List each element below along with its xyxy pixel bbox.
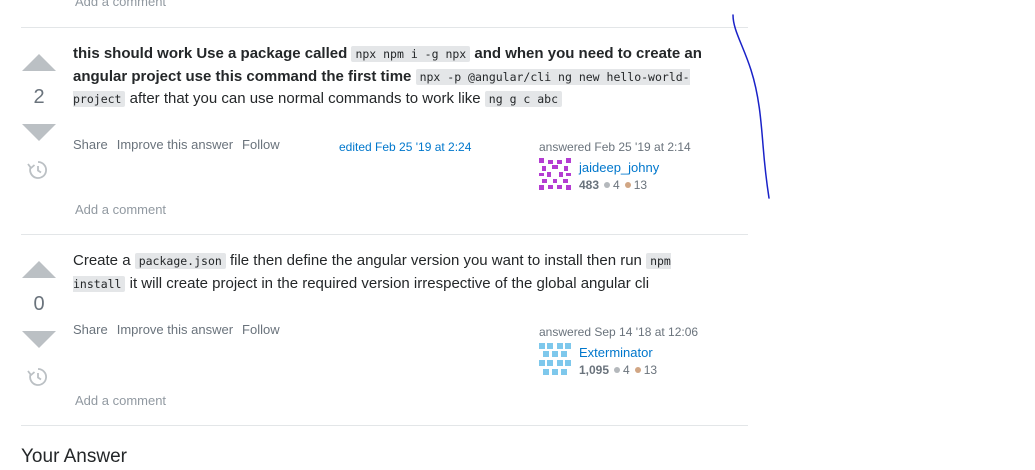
vote-count: 0	[33, 293, 45, 315]
identicon-avatar[interactable]	[539, 158, 571, 190]
divider	[21, 234, 748, 235]
answer-body: this should work Use a package called np…	[73, 43, 713, 111]
inline-code: ng g c abc	[484, 91, 563, 107]
answer-body: Create a package.json file then define t…	[73, 250, 713, 295]
answer-text: Create a	[73, 252, 135, 269]
divider	[21, 27, 748, 28]
inline-code: npx npm i -g npx	[351, 46, 471, 62]
identicon-avatar[interactable]	[539, 343, 571, 375]
reputation-score: 1,095	[579, 363, 610, 377]
answered-time: answered Sep 14 '18 at 12:06	[539, 325, 699, 339]
bronze-badge-icon	[634, 367, 641, 374]
follow-link[interactable]: Follow	[242, 322, 280, 337]
add-comment-link[interactable]: Add a comment	[75, 202, 166, 217]
user-name-link[interactable]: Exterminator	[579, 345, 653, 360]
answer-text: this should work Use a package called	[73, 45, 352, 62]
answer-text: it will create project in the required v…	[125, 274, 650, 292]
your-answer-heading: Your Answer	[21, 446, 127, 467]
answer-text: after that you can use normal commands t…	[125, 90, 485, 107]
inline-code: package.json	[134, 253, 226, 269]
add-comment-link[interactable]: Add a comment	[75, 0, 166, 9]
silver-badge-count: 4	[623, 363, 630, 377]
downvote-button[interactable]	[22, 331, 56, 348]
history-icon[interactable]	[27, 159, 49, 181]
answered-time: answered Feb 25 '19 at 2:14	[539, 140, 691, 154]
post-menu: Share Improve this answer Follow	[73, 322, 289, 337]
silver-badge-icon	[604, 182, 611, 189]
user-name-link[interactable]: jaideep_johny	[579, 160, 659, 175]
post-menu: Share Improve this answer Follow	[73, 137, 289, 152]
reputation-score: 483	[579, 178, 600, 192]
bronze-badge-icon	[624, 182, 631, 189]
silver-badge-count: 4	[613, 178, 620, 192]
upvote-button[interactable]	[22, 261, 56, 278]
user-reputation: 1,095 4 13	[579, 363, 657, 377]
upvote-button[interactable]	[22, 54, 56, 71]
follow-link[interactable]: Follow	[242, 137, 280, 152]
silver-badge-icon	[614, 367, 621, 374]
answer-text: file then define the angular version you…	[225, 252, 647, 269]
history-icon[interactable]	[27, 366, 49, 388]
annotation-stroke	[732, 14, 770, 199]
divider	[21, 425, 748, 426]
share-link[interactable]: Share	[73, 137, 108, 152]
edited-link[interactable]: edited Feb 25 '19 at 2:24	[339, 140, 471, 154]
user-reputation: 483 4 13	[579, 178, 647, 192]
bronze-badge-count: 13	[643, 363, 658, 377]
bronze-badge-count: 13	[633, 178, 648, 192]
share-link[interactable]: Share	[73, 322, 108, 337]
improve-answer-link[interactable]: Improve this answer	[117, 322, 233, 337]
improve-answer-link[interactable]: Improve this answer	[117, 137, 233, 152]
vote-count: 2	[33, 86, 45, 108]
downvote-button[interactable]	[22, 124, 56, 141]
add-comment-link[interactable]: Add a comment	[75, 393, 166, 408]
